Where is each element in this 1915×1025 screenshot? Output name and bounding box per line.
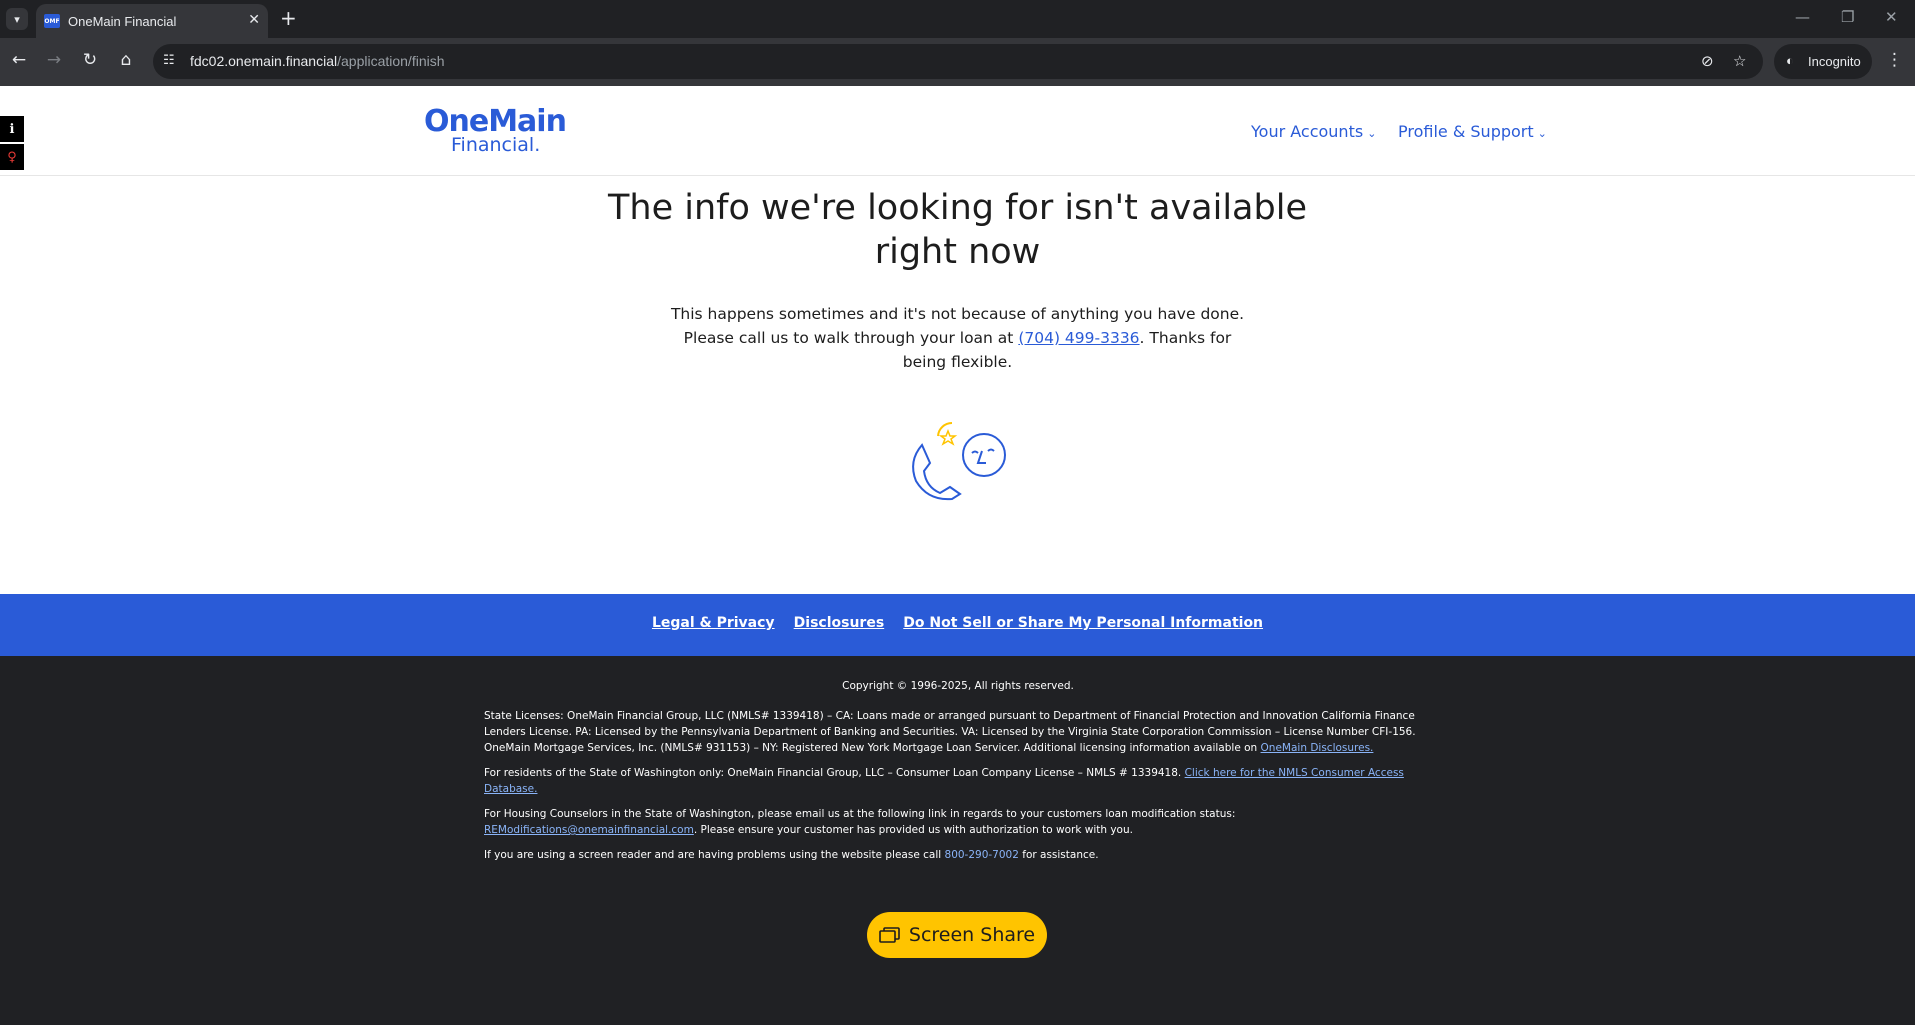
info-icon[interactable]: ℹ xyxy=(0,116,24,144)
nav-profile-support[interactable]: Profile & Support ⌄ xyxy=(1398,122,1547,141)
browser-tab[interactable]: OMF OneMain Financial ✕ xyxy=(36,4,268,38)
restore-icon[interactable]: ❐ xyxy=(1841,8,1854,26)
footer-links-bar: Legal & Privacy Disclosures Do Not Sell … xyxy=(0,594,1915,656)
onemain-disclosures-link[interactable]: OneMain Disclosures. xyxy=(1261,742,1374,754)
washington-residents-text: For residents of the State of Washington… xyxy=(484,767,1404,795)
browser-toolbar: ← → ↻ ⌂ ☷ fdc02.onemain.financial/applic… xyxy=(0,38,1915,86)
site-header: OneMain Financial. Your Accounts ⌄ Profil… xyxy=(0,86,1915,176)
bookmark-star-icon[interactable]: ☆ xyxy=(1733,52,1746,70)
address-bar[interactable]: ☷ fdc02.onemain.financial/application/fi… xyxy=(153,44,1763,79)
side-tools: ℹ ♀ xyxy=(0,116,24,172)
forward-icon[interactable]: → xyxy=(42,50,66,70)
browser-tab-bar: ▾ OMF OneMain Financial ✕ + — ❐ ✕ xyxy=(0,0,1915,38)
screen-share-icon xyxy=(879,927,900,943)
back-icon[interactable]: ← xyxy=(7,50,31,70)
chevron-down-icon: ⌄ xyxy=(1537,127,1547,140)
copyright-text: Copyright © 1996-2025, All rights reserv… xyxy=(842,680,1074,692)
phone-link[interactable]: (704) 499-3336 xyxy=(1018,329,1139,347)
reload-icon[interactable]: ↻ xyxy=(78,50,102,70)
page-viewport: OneMain Financial. Your Accounts ⌄ Profil… xyxy=(0,86,1915,1025)
close-window-icon[interactable]: ✕ xyxy=(1885,8,1898,26)
screen-reader-text: If you are using a screen reader and are… xyxy=(484,849,1099,861)
page-message: This happens sometimes and it's not beca… xyxy=(670,305,1245,371)
home-icon[interactable]: ⌂ xyxy=(114,50,138,70)
site-info-icon[interactable]: ☷ xyxy=(163,53,175,68)
screen-reader-phone-link[interactable]: 800-290-7002 xyxy=(945,849,1019,861)
disclosures-link[interactable]: Disclosures xyxy=(794,615,885,631)
incognito-icon: ◐ xyxy=(1786,53,1794,68)
remodifications-email-link[interactable]: REModifications@onemainfinancial.com xyxy=(484,824,694,836)
screen-share-button[interactable]: Screen Share xyxy=(867,912,1047,958)
url-text[interactable]: fdc02.onemain.financial/application/fini… xyxy=(190,53,445,69)
incognito-badge[interactable]: ◐ Incognito xyxy=(1774,44,1872,79)
page-title: The info we're looking for isn't availab… xyxy=(608,188,1307,272)
tab-title: OneMain Financial xyxy=(68,14,177,29)
housing-counselors-text: For Housing Counselors in the State of W… xyxy=(484,808,1236,836)
nav-your-accounts[interactable]: Your Accounts ⌄ xyxy=(1251,122,1376,141)
tab-search-icon[interactable]: ▾ xyxy=(6,8,28,30)
close-tab-icon[interactable]: ✕ xyxy=(248,12,260,28)
phone-smile-illustration-icon xyxy=(912,421,1006,501)
footer: Copyright © 1996-2025, All rights reserv… xyxy=(0,656,1915,1025)
do-not-sell-link[interactable]: Do Not Sell or Share My Personal Informa… xyxy=(903,615,1263,631)
legal-privacy-link[interactable]: Legal & Privacy xyxy=(652,615,775,631)
eye-off-icon[interactable]: ⊘ xyxy=(1701,52,1714,70)
new-tab-icon[interactable]: + xyxy=(280,8,297,28)
minimize-icon[interactable]: — xyxy=(1795,8,1810,26)
lightbulb-icon[interactable]: ♀ xyxy=(0,144,24,172)
favicon-icon: OMF xyxy=(44,14,60,28)
browser-menu-icon[interactable]: ⋮ xyxy=(1886,50,1903,70)
chevron-down-icon: ⌄ xyxy=(1367,127,1377,140)
state-licenses-text: State Licenses: OneMain Financial Group,… xyxy=(484,710,1416,754)
onemain-logo[interactable]: OneMain Financial. xyxy=(424,104,567,156)
